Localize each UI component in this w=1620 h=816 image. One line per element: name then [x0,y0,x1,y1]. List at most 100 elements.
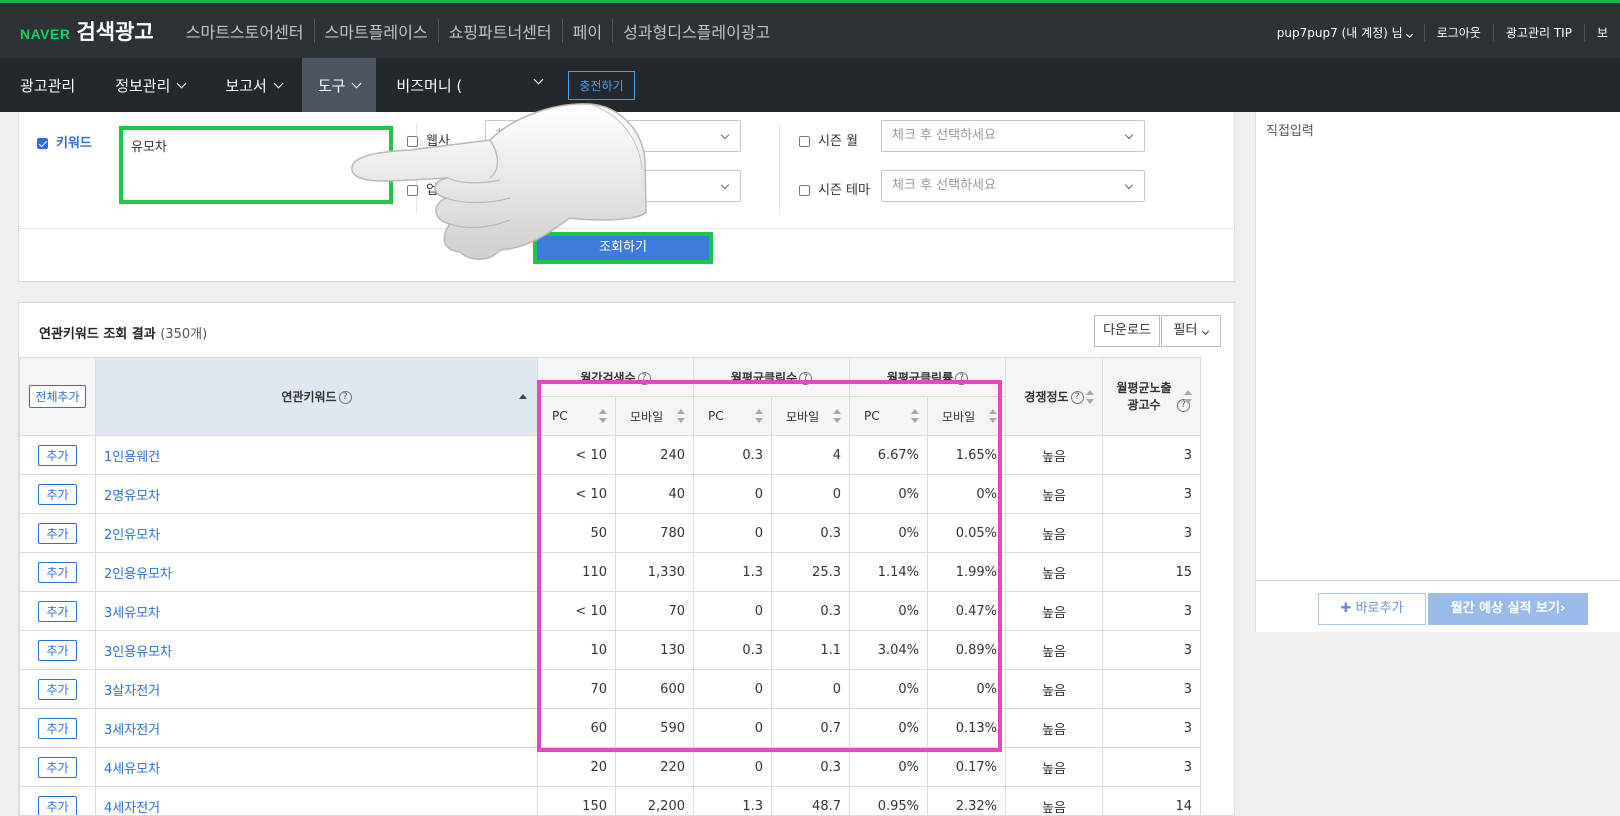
direct-input-panel: 직접입력 ✚ 바로추가 월간 예상 실적 보기› [1255,112,1620,632]
keyword-header-label: 연관키워드 [281,390,337,404]
season-theme-checkbox[interactable]: 시즌 테마 [799,179,870,198]
monthly-search-label: 월간검색수 [580,370,636,385]
search-mobile-cell: 780 [615,513,694,553]
search-pc-header[interactable]: PC [537,396,616,436]
top-nav-smartplace[interactable]: 스마트플레이스 [313,18,438,43]
add-cell: 추가 [19,669,96,709]
help-icon[interactable]: ? [338,391,352,404]
clicks-pc-cell: 1.3 [693,552,772,592]
keyword-cell[interactable]: 3세자전거 [95,708,538,748]
table-row: 추가 2인유모차 50 780 0 0.3 0% 0.05% 높음 3 [19,513,1201,553]
logout-link[interactable]: 로그아웃 [1423,23,1493,41]
add-keyword-button[interactable]: 추가 [38,444,77,466]
search-mobile-cell: 590 [615,708,694,748]
chevron-down-icon [1124,130,1134,140]
menu-ad-management[interactable]: 광고관리 [0,58,95,112]
tip-link[interactable]: 광고관리 TIP [1492,23,1584,41]
competition-label: 경쟁정도 [1024,390,1069,404]
arrow-right-icon: › [1559,601,1566,616]
ctr-mobile-header[interactable]: 모바일 [927,396,1006,436]
add-keyword-button[interactable]: 추가 [38,600,77,622]
clicks-mobile-cell: 0.3 [771,747,850,787]
add-keyword-button[interactable]: 추가 [38,522,77,544]
search-pc-cell: 60 [537,708,616,748]
keyword-cell[interactable]: 4세유모차 [95,747,538,787]
top-nav-shopping-partner[interactable]: 쇼핑파트너센터 [437,18,562,43]
add-keyword-button[interactable]: 추가 [38,756,77,778]
add-direct-button[interactable]: ✚ 바로추가 [1318,593,1426,625]
direct-input-textarea[interactable]: 직접입력 [1266,120,1314,139]
avg-ads-cell: 3 [1102,435,1201,475]
help-icon[interactable]: ? [637,371,651,385]
keyword-cell[interactable]: 3살자전거 [95,669,538,709]
season-month-select[interactable]: 체크 후 선택하세요 [881,120,1145,152]
competition-cell: 높음 [1005,513,1103,553]
clicks-pc-cell: 0 [693,474,772,514]
keyword-cell[interactable]: 2명유모차 [95,474,538,514]
help-icon[interactable]: ? [955,371,969,385]
avg-clicks-header: 월평균클릭수? [693,357,850,397]
search-mobile-header[interactable]: 모바일 [615,396,694,436]
search-pc-cell: 50 [537,513,616,553]
help-icon[interactable]: ? [1070,391,1084,404]
competition-header[interactable]: 경쟁정도? [1005,357,1103,436]
top-nav-smartstore[interactable]: 스마트스토어센터 [176,19,314,43]
season-theme-placeholder: 체크 후 선택하세요 [892,178,996,193]
menu-reports[interactable]: 보고서 [205,58,301,112]
competition-cell: 높음 [1005,786,1103,815]
add-keyword-button[interactable]: 추가 [38,717,77,739]
search-mobile-cell: 600 [615,669,694,709]
help-icon[interactable]: ? [799,371,813,385]
clicks-pc-header[interactable]: PC [693,396,772,436]
checkbox-checked-icon [37,138,48,149]
divider [779,124,780,214]
sort-icon [1086,389,1094,404]
avg-ads-cell: 3 [1102,747,1201,787]
keyword-cell[interactable]: 1인용웨건 [95,435,538,475]
keyword-cell[interactable]: 2인용유모차 [95,552,538,592]
sort-icon [1184,389,1192,404]
ctr-mobile-cell: 2.32% [927,786,1006,815]
avg-ctr-label: 월평균클릭률 [886,370,954,385]
season-theme-select[interactable]: 체크 후 선택하세요 [881,170,1145,202]
clicks-mobile-cell: 4 [771,435,850,475]
keyword-cell[interactable]: 2인유모차 [95,513,538,553]
top-nav-display-ads[interactable]: 성과형디스플레이광고 [612,18,780,43]
download-button[interactable]: 다운로드 [1094,315,1160,347]
top-nav-pay[interactable]: 페이 [561,18,612,43]
add-cell: 추가 [19,708,96,748]
logo[interactable]: NAVER 검색광고 [20,16,154,46]
monthly-forecast-button[interactable]: 월간 예상 실적 보기› [1428,593,1588,625]
ctr-mobile-cell: 0.17% [927,747,1006,787]
avg-ads-cell: 3 [1102,708,1201,748]
season-month-label: 시즌 월 [818,134,859,149]
season-month-checkbox[interactable]: 시즌 월 [799,130,858,149]
clicks-mobile-header[interactable]: 모바일 [771,396,850,436]
keyword-cell[interactable]: 4세자전거 [95,786,538,815]
chevron-down-icon [1202,327,1210,336]
pointing-hand-icon [351,103,647,260]
filter-button[interactable]: 필터 [1161,315,1221,347]
sort-icon [755,409,763,423]
ctr-pc-cell: 0% [849,591,928,631]
add-keyword-button[interactable]: 추가 [38,678,77,700]
add-cell: 추가 [19,552,96,592]
results-table: 전체추가 연관키워드? 월간검색수? 월평균클릭수? 월평균클릭률? 경쟁정도?… [19,357,1201,815]
keyword-cell[interactable]: 3세유모차 [95,591,538,631]
charge-button[interactable]: 충전하기 [568,70,635,100]
competition-cell: 높음 [1005,669,1103,709]
user-account[interactable]: pup7pup7 (내 계정) 님 [1265,24,1424,41]
avg-ads-header[interactable]: 월평균노출광고수? [1102,357,1201,436]
keyword-checkbox[interactable]: 키워드 [37,132,92,151]
keyword-cell[interactable]: 3인용유모차 [95,630,538,670]
mobile-label: 모바일 [786,409,820,424]
ctr-pc-header[interactable]: PC [849,396,928,436]
add-keyword-button[interactable]: 추가 [38,483,77,505]
add-keyword-button[interactable]: 추가 [38,795,77,815]
keyword-header[interactable]: 연관키워드? [95,357,538,436]
add-all-button[interactable]: 전체추가 [29,385,86,408]
menu-info-management[interactable]: 정보관리 [95,58,205,112]
cut-link[interactable]: 보 [1583,23,1620,41]
add-keyword-button[interactable]: 추가 [38,561,77,583]
add-keyword-button[interactable]: 추가 [38,639,77,661]
